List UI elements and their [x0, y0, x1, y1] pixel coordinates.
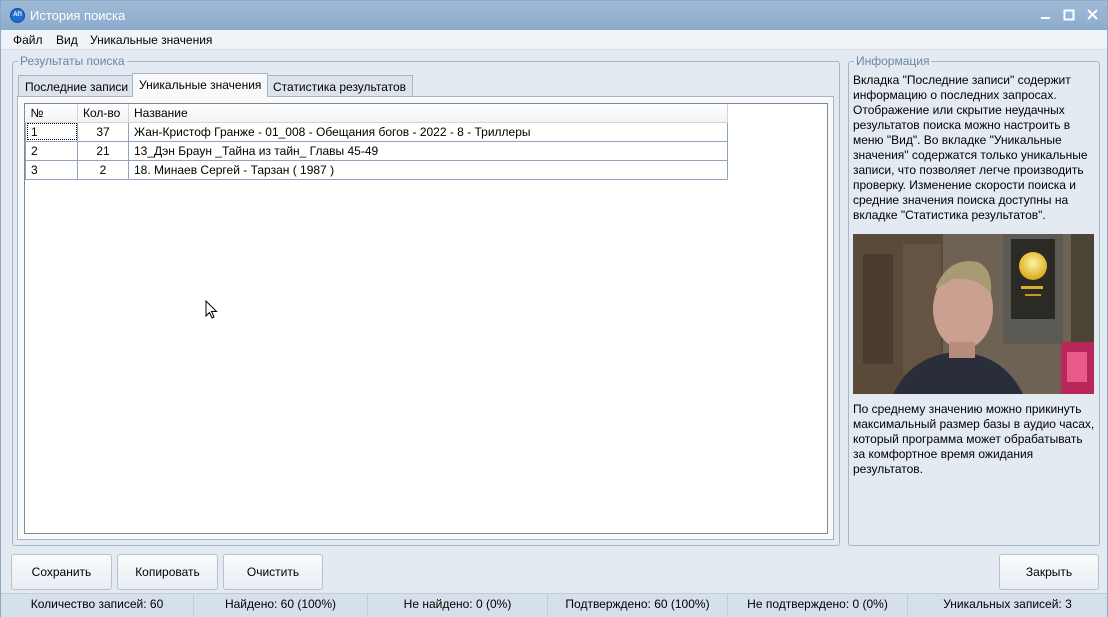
status-unique-records: Уникальных записей: 3 — [943, 597, 1072, 611]
cell-number[interactable]: 3 — [25, 160, 78, 180]
clear-button[interactable]: Очистить — [223, 554, 323, 590]
close-button[interactable]: Закрыть — [999, 554, 1099, 590]
results-group-title: Результаты поиска — [18, 54, 127, 68]
info-text-bottom: По среднему значению можно прикинуть мак… — [853, 402, 1095, 476]
tab-recent-records[interactable]: Последние записи — [18, 75, 136, 97]
table-header-row: № Кол-во Название — [25, 104, 728, 123]
menu-bar: Файл Вид Уникальные значения — [1, 30, 1107, 50]
cell-count[interactable]: 2 — [77, 160, 129, 180]
status-not-confirmed: Не подтверждено: 0 (0%) — [728, 594, 908, 617]
cell-name[interactable]: 18. Минаев Сергей - Тарзан ( 1987 ) — [128, 160, 728, 180]
minimize-icon — [1041, 17, 1050, 19]
app-icon: АП — [10, 8, 25, 23]
status-records-count: Количество записей: 60 — [1, 594, 194, 617]
status-bar: Количество записей: 60 Найдено: 60 (100%… — [1, 593, 1107, 617]
cell-count[interactable]: 21 — [77, 141, 129, 161]
menu-file[interactable]: Файл — [13, 33, 43, 47]
table-row[interactable]: 1 37 Жан-Кристоф Гранже - 01_008 - Обеща… — [25, 122, 728, 142]
column-header-number[interactable]: № — [25, 104, 78, 123]
unique-values-table: № Кол-во Название 1 37 Жан-Кристоф Гранж… — [25, 104, 728, 180]
table-row[interactable]: 2 21 13_Дэн Браун _Тайна из тайн_ Главы … — [25, 141, 728, 161]
info-group-title: Информация — [854, 54, 932, 68]
status-confirmed: Подтверждено: 60 (100%) — [548, 594, 728, 617]
title-bar[interactable]: АП История поиска — [1, 1, 1107, 30]
cell-name[interactable]: Жан-Кристоф Гранже - 01_008 - Обещания б… — [128, 122, 728, 142]
status-found: Найдено: 60 (100%) — [194, 594, 368, 617]
tab-result-statistics[interactable]: Статистика результатов — [266, 75, 414, 97]
column-header-name[interactable]: Название — [128, 104, 728, 123]
close-window-button[interactable] — [1081, 5, 1103, 25]
cell-count[interactable]: 37 — [77, 122, 129, 142]
author-photo — [853, 234, 1094, 394]
menu-view[interactable]: Вид — [56, 33, 78, 47]
info-text-top: Вкладка "Последние записи" содержит инфо… — [853, 73, 1088, 222]
cell-number[interactable]: 1 — [25, 122, 78, 142]
status-not-found: Не найдено: 0 (0%) — [368, 594, 548, 617]
maximize-icon — [1063, 9, 1075, 21]
tab-unique-values[interactable]: Уникальные значения — [132, 73, 269, 97]
minimize-button[interactable] — [1034, 5, 1056, 25]
window-title: История поиска — [30, 8, 126, 23]
window: АП История поиска Файл Вид Уникальные зн… — [0, 0, 1108, 617]
column-header-count[interactable]: Кол-во — [77, 104, 129, 123]
table-row[interactable]: 3 2 18. Минаев Сергей - Тарзан ( 1987 ) — [25, 160, 728, 180]
save-button[interactable]: Сохранить — [11, 554, 112, 590]
unique-values-list[interactable]: № Кол-во Название 1 37 Жан-Кристоф Гранж… — [24, 103, 828, 534]
menu-unique-values[interactable]: Уникальные значения — [90, 33, 212, 47]
cell-number[interactable]: 2 — [25, 141, 78, 161]
mouse-cursor-icon — [205, 300, 218, 319]
maximize-button[interactable] — [1058, 5, 1080, 25]
copy-button[interactable]: Копировать — [117, 554, 218, 590]
cell-name[interactable]: 13_Дэн Браун _Тайна из тайн_ Главы 45-49 — [128, 141, 728, 161]
close-icon — [1087, 9, 1098, 20]
